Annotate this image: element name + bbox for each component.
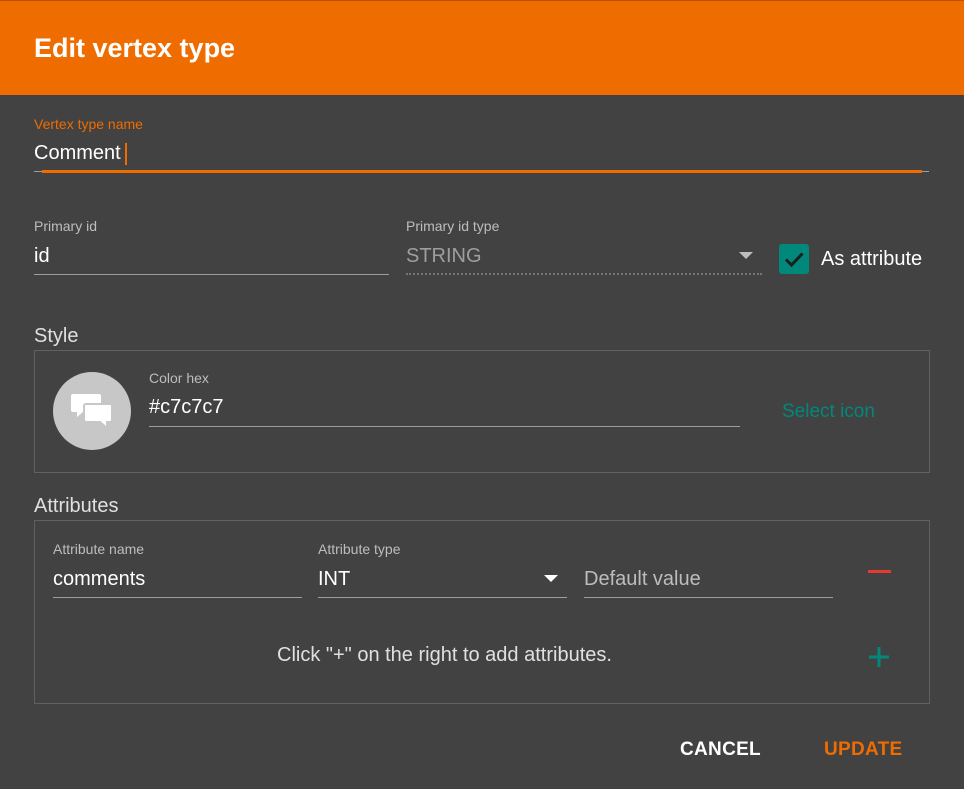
attribute-name-underline	[53, 597, 302, 598]
primary-id-input[interactable]: id	[34, 245, 50, 268]
attribute-type-underline	[318, 597, 567, 598]
attribute-type-dropdown-icon[interactable]	[544, 575, 558, 582]
attribute-name-label: Attribute name	[53, 541, 145, 557]
attribute-type-select[interactable]: INT	[318, 568, 350, 591]
primary-id-type-underline	[406, 273, 762, 275]
vertex-type-name-focus-bar	[42, 170, 922, 173]
attributes-section-title: Attributes	[34, 495, 119, 517]
color-hex-input[interactable]: #c7c7c7	[149, 396, 224, 419]
as-attribute-label: As attribute	[821, 248, 923, 270]
vertex-type-name-label: Vertex type name	[34, 116, 143, 132]
color-hex-label: Color hex	[149, 370, 209, 386]
checkmark-icon	[784, 252, 804, 268]
primary-id-type-label: Primary id type	[406, 218, 500, 234]
style-section-title: Style	[34, 325, 79, 347]
primary-id-type-select[interactable]: STRING	[406, 245, 482, 268]
select-icon-button[interactable]: Select icon	[782, 401, 875, 423]
vertex-icon-preview	[53, 372, 131, 450]
cancel-button[interactable]: CANCEL	[680, 739, 761, 761]
attribute-type-label: Attribute type	[318, 541, 401, 557]
primary-id-underline	[34, 274, 389, 275]
text-cursor	[125, 143, 127, 165]
default-value-input[interactable]: Default value	[584, 568, 701, 591]
as-attribute-checkbox[interactable]	[779, 244, 809, 274]
attributes-panel	[34, 520, 930, 704]
add-attribute-icon[interactable]	[867, 645, 891, 669]
dialog-header: Edit vertex type	[0, 0, 964, 95]
comments-icon	[71, 394, 113, 431]
color-hex-underline	[149, 426, 740, 427]
dialog-title: Edit vertex type	[34, 33, 236, 63]
update-button[interactable]: UPDATE	[824, 739, 903, 761]
remove-attribute-icon[interactable]	[868, 570, 891, 573]
default-value-underline	[584, 597, 833, 598]
attribute-name-input[interactable]: comments	[53, 568, 145, 591]
primary-id-type-dropdown-icon[interactable]	[739, 252, 753, 259]
primary-id-label: Primary id	[34, 218, 98, 234]
plus-icon	[869, 647, 889, 667]
add-attributes-hint: Click "+" on the right to add attributes…	[277, 644, 612, 666]
vertex-type-name-input[interactable]: Comment	[34, 142, 121, 165]
